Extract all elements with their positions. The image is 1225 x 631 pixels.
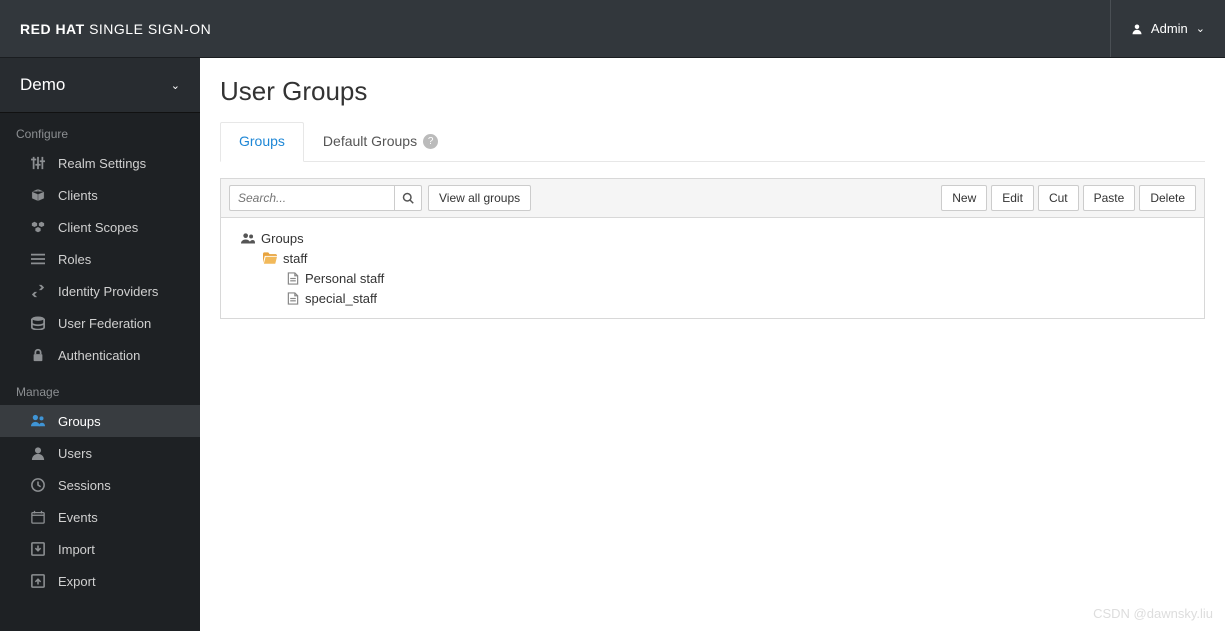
new-button[interactable]: New [941, 185, 987, 211]
users-icon [30, 414, 46, 428]
tree-node-label: Personal staff [305, 271, 384, 286]
sidebar-item-user-federation[interactable]: User Federation [0, 307, 200, 339]
brand-logo: RED HAT SINGLE SIGN-ON [20, 21, 211, 37]
tree-root[interactable]: Groups [241, 228, 1184, 248]
lock-icon [30, 348, 46, 362]
import-icon [30, 542, 46, 556]
tree-node-label: special_staff [305, 291, 377, 306]
cubes-icon [30, 220, 46, 234]
search-button[interactable] [394, 185, 422, 211]
sidebar-item-label: Client Scopes [58, 220, 138, 235]
clock-icon [30, 478, 46, 492]
tab-default-groups[interactable]: Default Groups? [304, 122, 457, 162]
export-icon [30, 574, 46, 588]
sidebar-item-label: Events [58, 510, 98, 525]
section-title: Configure [0, 113, 200, 147]
sidebar-item-roles[interactable]: Roles [0, 243, 200, 275]
sliders-icon [30, 156, 46, 170]
users-icon [241, 232, 255, 244]
delete-button[interactable]: Delete [1139, 185, 1196, 211]
section-title: Manage [0, 371, 200, 405]
paste-button[interactable]: Paste [1083, 185, 1136, 211]
sidebar: Demo ⌄ Configure Realm Settings Clients Cli… [0, 58, 200, 631]
user-dropdown[interactable]: Admin ⌄ [1110, 0, 1205, 57]
realm-name: Demo [20, 75, 65, 95]
chevron-down-icon: ⌄ [171, 79, 180, 92]
file-icon [287, 272, 299, 285]
sidebar-item-sessions[interactable]: Sessions [0, 469, 200, 501]
sidebar-item-label: Clients [58, 188, 98, 203]
tree-node[interactable]: staff [241, 248, 1184, 268]
list-icon [30, 252, 46, 266]
sidebar-item-realm-settings[interactable]: Realm Settings [0, 147, 200, 179]
user-name: Admin [1151, 21, 1188, 36]
sidebar-item-label: Identity Providers [58, 284, 158, 299]
database-icon [30, 316, 46, 330]
sidebar-item-label: User Federation [58, 316, 151, 331]
user-icon [1131, 23, 1143, 35]
sidebar-item-label: Authentication [58, 348, 140, 363]
watermark: CSDN @dawnsky.liu [1093, 606, 1213, 621]
cube-icon [30, 188, 46, 202]
realm-selector[interactable]: Demo ⌄ [0, 58, 200, 113]
toolbar: View all groups NewEditCutPasteDelete [220, 178, 1205, 217]
chevron-down-icon: ⌄ [1196, 22, 1205, 35]
sidebar-item-label: Users [58, 446, 92, 461]
user-icon [30, 446, 46, 460]
sidebar-item-label: Realm Settings [58, 156, 146, 171]
sidebar-item-clients[interactable]: Clients [0, 179, 200, 211]
tab-groups[interactable]: Groups [220, 122, 304, 162]
sidebar-item-groups[interactable]: Groups [0, 405, 200, 437]
calendar-icon [30, 510, 46, 524]
file-icon [287, 292, 299, 305]
sidebar-item-client-scopes[interactable]: Client Scopes [0, 211, 200, 243]
sidebar-item-events[interactable]: Events [0, 501, 200, 533]
groups-tree: Groups staff Personal staff special_staff [220, 217, 1205, 319]
sidebar-item-authentication[interactable]: Authentication [0, 339, 200, 371]
search-icon [402, 192, 414, 204]
sidebar-item-import[interactable]: Import [0, 533, 200, 565]
cut-button[interactable]: Cut [1038, 185, 1079, 211]
help-icon[interactable]: ? [423, 134, 438, 149]
sidebar-item-label: Sessions [58, 478, 111, 493]
tree-node-label: staff [283, 251, 307, 266]
exchange-icon [30, 284, 46, 298]
sidebar-item-users[interactable]: Users [0, 437, 200, 469]
edit-button[interactable]: Edit [991, 185, 1034, 211]
sidebar-item-label: Groups [58, 414, 101, 429]
sidebar-item-label: Roles [58, 252, 91, 267]
tab-label: Groups [239, 133, 285, 149]
tree-node[interactable]: special_staff [241, 288, 1184, 308]
folder-open-icon [263, 252, 277, 264]
sidebar-item-export[interactable]: Export [0, 565, 200, 597]
tab-label: Default Groups [323, 133, 417, 149]
sidebar-item-identity-providers[interactable]: Identity Providers [0, 275, 200, 307]
tree-node[interactable]: Personal staff [241, 268, 1184, 288]
tree-root-label: Groups [261, 231, 304, 246]
sidebar-item-label: Export [58, 574, 96, 589]
search-input[interactable] [229, 185, 394, 211]
view-all-button[interactable]: View all groups [428, 185, 531, 211]
sidebar-item-label: Import [58, 542, 95, 557]
page-title: User Groups [220, 76, 1205, 107]
